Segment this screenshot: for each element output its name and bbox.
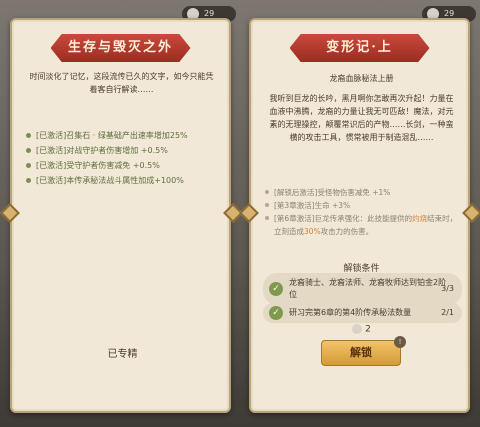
card-title-banner: 变形记·上 — [289, 34, 430, 62]
currency-amount: 29 — [204, 9, 215, 18]
bullet-icon — [26, 133, 31, 138]
card-intro: 时间淡化了记忆，这段流传已久的文字，如今只能凭着客自行解读…… — [29, 72, 214, 94]
bullet-icon — [26, 163, 31, 168]
bonus-item: [已激活]本传承秘法战斗属性加成+100% — [26, 173, 221, 188]
condition-text: 研习完第6章的第4阶传承秘法数量 — [289, 308, 412, 317]
condition-row: ✓ 研习完第6章的第4阶传承秘法数量 2/1 — [263, 303, 462, 323]
condition-count: 3/3 — [441, 284, 454, 293]
currency-amount: 29 — [444, 9, 455, 18]
condition-row: ✓ 龙裔骑士、龙裔法师、龙裔牧师达到铂金2阶位 3/3 — [263, 273, 462, 305]
condition-count: 2/1 — [441, 308, 454, 317]
locked-effect: [第3章激活]生命 +3% — [265, 199, 460, 212]
card-title: 生存与毁灭之外 — [67, 40, 173, 55]
card-lore: 我听到巨龙的长吟，黑月啊你怎敢再次升起！力量在血液中沸腾，龙裔的力量让我无可匹敌… — [269, 94, 454, 142]
locked-effects-list: [解锁后激活]受怪物伤害减免 +1% [第3章激活]生命 +3% [第6章激活]… — [265, 186, 460, 238]
card-title: 变形记·上 — [326, 40, 393, 55]
cost-amount: 2 — [365, 324, 371, 335]
card-title-banner: 生存与毁灭之外 — [50, 34, 191, 62]
check-icon: ✓ — [269, 306, 283, 320]
bonus-item: [已激活]召集石 · 绿基础产出速率增加25% — [26, 128, 221, 143]
check-icon: ✓ — [269, 282, 283, 296]
unlock-button[interactable]: 解锁 — [321, 340, 401, 366]
bonus-list: [已激活]召集石 · 绿基础产出速率增加25% [已激活]对战守护者伤害增加 +… — [26, 128, 221, 188]
locked-effect: [第6章激活]巨龙传承强化：此技能提供的灼烧结束时，立刻造成30%攻击力的伤害。 — [265, 212, 460, 238]
unlock-cost: 2 — [251, 324, 472, 335]
locked-effect: [解锁后激活]受怪物伤害减免 +1% — [265, 186, 460, 199]
skill-card-right: 变形记·上 龙裔血脉秘法上册 我听到巨龙的长吟，黑月啊你怎敢再次升起！力量在血液… — [249, 18, 470, 413]
bullet-icon — [265, 203, 269, 207]
card-subtitle: 龙裔血脉秘法上册 — [329, 74, 394, 83]
mastery-status: 已专精 — [107, 349, 138, 360]
bonus-item: [已激活]对战守护者伤害增加 +0.5% — [26, 143, 221, 158]
highlight-burn: 灼烧 — [412, 214, 428, 223]
condition-text: 龙裔骑士、龙裔法师、龙裔牧师达到铂金2阶位 — [289, 278, 447, 299]
bullet-icon — [26, 178, 31, 183]
bonus-item: [已激活]受守护者伤害减免 +0.5% — [26, 158, 221, 173]
bullet-icon — [26, 148, 31, 153]
highlight-percent: 30% — [304, 227, 321, 236]
bullet-icon — [265, 190, 269, 194]
info-icon[interactable]: ! — [394, 336, 406, 348]
bullet-icon — [265, 216, 269, 220]
skill-card-left: 生存与毁灭之外 时间淡化了记忆，这段流传已久的文字，如今只能凭着客自行解读…… … — [10, 18, 231, 413]
currency-icon — [352, 324, 363, 334]
